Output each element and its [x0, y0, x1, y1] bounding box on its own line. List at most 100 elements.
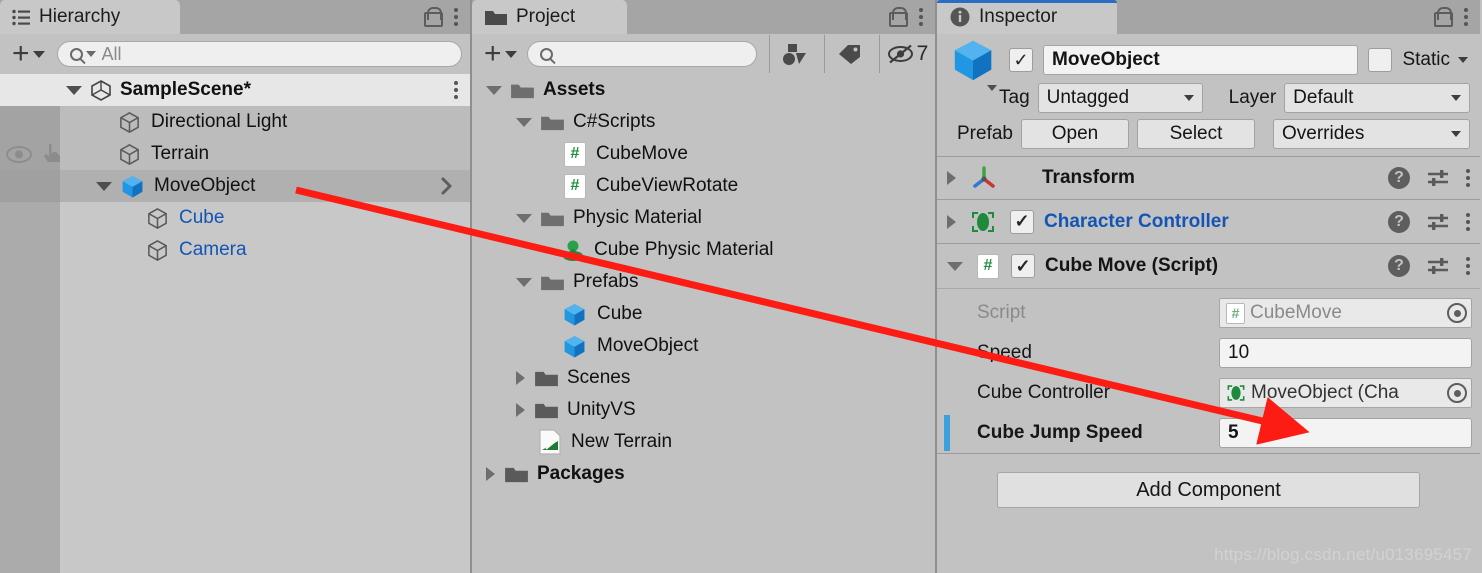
hierarchy-tree: SampleScene* Directional Light Terrain M… [0, 74, 470, 573]
prefab-open-button[interactable]: Open [1020, 119, 1129, 149]
disclosure-triangle-icon[interactable] [947, 171, 956, 185]
hierarchy-row-scene[interactable]: SampleScene* [0, 74, 470, 106]
eye-icon[interactable] [6, 145, 32, 163]
plus-icon: + [12, 37, 30, 70]
kebab-menu-icon[interactable] [1466, 212, 1470, 231]
create-asset-button[interactable]: + [480, 37, 521, 70]
layer-dropdown[interactable]: Default [1284, 83, 1470, 113]
component-title: Character Controller [1044, 210, 1229, 232]
inspector-prefab-row: Prefab Open Select Overrides [947, 116, 1470, 152]
hierarchy-tab-actions [423, 0, 470, 34]
preset-sliders-icon[interactable] [1426, 168, 1450, 188]
project-row-prefabs[interactable]: Prefabs [472, 266, 935, 298]
project-row-cubemove[interactable]: # CubeMove [472, 138, 935, 170]
hidden-objects-button[interactable]: 7 [879, 35, 935, 73]
filter-by-label-button[interactable] [824, 35, 873, 73]
disclosure-triangle-icon[interactable] [947, 261, 963, 271]
project-row-scenes[interactable]: Scenes [472, 362, 935, 394]
static-checkbox[interactable]: ✓ [1368, 48, 1393, 72]
tab-project[interactable]: Project [472, 0, 627, 34]
disclosure-triangle-icon[interactable] [516, 277, 532, 287]
object-picker-icon[interactable] [1447, 303, 1467, 323]
lock-open-icon[interactable] [1433, 7, 1453, 27]
project-row-physic-material[interactable]: Physic Material [472, 202, 935, 234]
field-value: CubeMove [1250, 302, 1342, 323]
project-search-input[interactable] [526, 41, 757, 67]
hierarchy-row-terrain[interactable]: Terrain [0, 138, 470, 170]
static-chevron-down-icon[interactable] [1458, 57, 1468, 63]
hierarchy-row-gutter [0, 234, 60, 266]
hierarchy-row-directional-light[interactable]: Directional Light [0, 106, 470, 138]
disclosure-triangle-icon[interactable] [66, 85, 82, 95]
project-row-cube-physic-material[interactable]: Cube Physic Material [472, 234, 935, 266]
help-icon[interactable]: ? [1388, 210, 1410, 233]
project-row-packages[interactable]: Packages [472, 458, 935, 490]
hierarchy-row-label: Camera [179, 239, 247, 260]
kebab-menu-icon[interactable] [1464, 8, 1468, 26]
hierarchy-row-moveobject[interactable]: MoveObject [0, 170, 470, 202]
preset-sliders-icon[interactable] [1426, 256, 1450, 276]
hierarchy-search-input[interactable]: All [56, 41, 462, 67]
disclosure-triangle-icon[interactable] [516, 403, 525, 417]
component-header-cube-move-script[interactable]: # ✓ Cube Move (Script) ? [937, 244, 1480, 288]
project-row-assets[interactable]: Assets [472, 74, 935, 106]
kebab-menu-icon[interactable] [1466, 169, 1470, 187]
open-prefab-chevron-icon[interactable] [440, 176, 454, 196]
disclosure-triangle-icon[interactable] [516, 213, 532, 223]
speed-input[interactable]: 10 [1219, 338, 1472, 368]
disclosure-triangle-icon[interactable] [96, 181, 112, 191]
project-row-prefab-moveobject[interactable]: MoveObject [472, 330, 935, 362]
project-row-unityvs[interactable]: UnityVS [472, 394, 935, 426]
disclosure-triangle-icon[interactable] [516, 117, 532, 127]
prefab-overrides-dropdown[interactable]: Overrides [1272, 119, 1470, 149]
field-label: Cube Jump Speed [977, 422, 1143, 443]
help-icon[interactable]: ? [1388, 255, 1410, 277]
object-picker-icon[interactable] [1447, 383, 1467, 403]
project-row-label: Packages [537, 463, 625, 484]
hand-pointer-icon[interactable] [42, 143, 62, 165]
lock-open-icon[interactable] [423, 7, 443, 27]
component-header-transform[interactable]: Transform ? [937, 156, 1480, 200]
create-gameobject-button[interactable]: + [8, 37, 49, 70]
preset-sliders-icon[interactable] [1426, 212, 1450, 232]
disclosure-triangle-icon[interactable] [486, 467, 495, 481]
plus-icon: + [484, 37, 502, 70]
hierarchy-row-camera[interactable]: Camera [0, 234, 470, 266]
kebab-menu-icon[interactable] [919, 8, 923, 26]
tab-hierarchy[interactable]: Hierarchy [0, 0, 180, 34]
scene-kebab-menu-icon[interactable] [454, 81, 458, 99]
project-row-csscripts[interactable]: C#Scripts [472, 106, 935, 138]
field-row-cube-controller: Cube Controller MoveObject (Cha [937, 373, 1480, 413]
project-row-new-terrain[interactable]: New Terrain [472, 426, 935, 458]
tag-dropdown[interactable]: Untagged [1037, 83, 1203, 113]
gameobject-name-input[interactable]: MoveObject [1043, 45, 1359, 75]
project-row-label: Physic Material [573, 207, 702, 228]
help-icon[interactable]: ? [1388, 167, 1410, 189]
disclosure-triangle-icon[interactable] [947, 214, 956, 229]
disclosure-triangle-icon[interactable] [486, 85, 502, 95]
hierarchy-panel: Hierarchy + All SampleScene* Directional… [0, 0, 470, 573]
chevron-down-icon [504, 50, 517, 58]
component-enabled-checkbox[interactable]: ✓ [1010, 209, 1034, 234]
script-object-field[interactable]: # CubeMove [1219, 298, 1472, 328]
filter-by-type-button[interactable] [769, 35, 818, 73]
tab-inspector[interactable]: Inspector [937, 0, 1117, 34]
chevron-down-icon [32, 50, 45, 58]
chevron-down-icon[interactable] [987, 85, 997, 91]
cube-jump-speed-input[interactable]: 5 [1219, 418, 1472, 448]
gameobject-enabled-checkbox[interactable]: ✓ [1009, 48, 1033, 72]
lock-open-icon[interactable] [888, 7, 908, 27]
kebab-menu-icon[interactable] [1466, 257, 1470, 275]
tag-label: Tag [999, 87, 1030, 108]
prefab-select-button[interactable]: Select [1136, 119, 1255, 149]
project-row-prefab-cube[interactable]: Cube [472, 298, 935, 330]
component-enabled-checkbox[interactable]: ✓ [1011, 254, 1035, 278]
add-component-button[interactable]: Add Component [997, 472, 1420, 508]
project-row-label: CubeViewRotate [596, 175, 739, 196]
project-row-cubeviewrotate[interactable]: # CubeViewRotate [472, 170, 935, 202]
cube-controller-object-field[interactable]: MoveObject (Cha [1219, 378, 1472, 408]
disclosure-triangle-icon[interactable] [516, 371, 525, 385]
hierarchy-row-cube[interactable]: Cube [0, 202, 470, 234]
component-header-character-controller[interactable]: ✓ Character Controller ? [937, 200, 1480, 244]
kebab-menu-icon[interactable] [454, 8, 458, 26]
